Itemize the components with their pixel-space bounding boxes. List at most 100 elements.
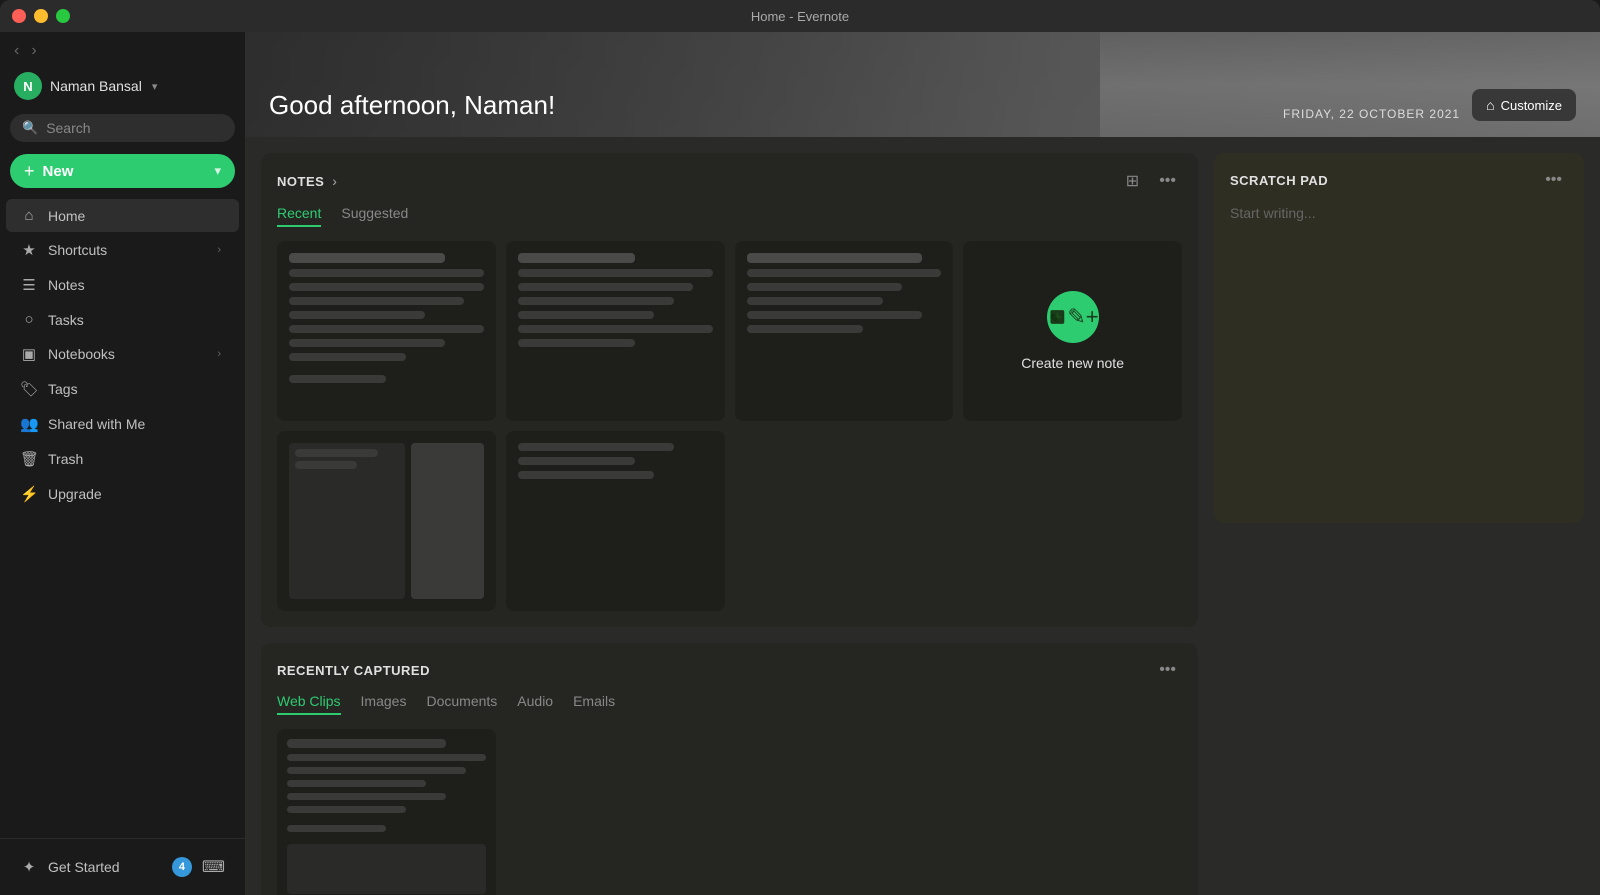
tab-suggested[interactable]: Suggested: [341, 205, 408, 227]
notes-tabs: Recent Suggested: [277, 205, 1182, 227]
rc-tab-emails[interactable]: Emails: [573, 693, 615, 715]
rc-tab-webclips[interactable]: Web Clips: [277, 693, 341, 715]
content-area: NOTES › ⊞ ••• Recent Suggested: [245, 137, 1600, 895]
rc-tab-documents[interactable]: Documents: [426, 693, 497, 715]
rc-widget-header: RECENTLY CAPTURED •••: [277, 659, 1182, 681]
close-button[interactable]: [12, 9, 26, 23]
create-note-card[interactable]: ✎ ✎+ Create new note: [963, 241, 1182, 421]
home-customize-icon: ⌂: [1486, 97, 1494, 113]
sidebar-item-tasks[interactable]: ○ Tasks: [6, 303, 239, 336]
create-note-icon: ✎ ✎+: [1047, 291, 1099, 343]
create-note-label: Create new note: [1021, 355, 1124, 371]
search-label: Search: [46, 120, 90, 136]
star-icon: ★: [20, 241, 38, 259]
sidebar-bottom: ✦ Get Started 4 ⌨: [0, 838, 245, 895]
expand-icon: ›: [217, 244, 221, 256]
sidebar-item-trash[interactable]: 🗑 Trash: [6, 442, 239, 476]
notes-grid-second: [277, 431, 1182, 611]
nav-forward-button[interactable]: ›: [31, 42, 36, 60]
get-started-icon: ✦: [20, 858, 38, 876]
scratch-pad-title: SCRATCH PAD: [1230, 173, 1328, 188]
rc-widget-title: RECENTLY CAPTURED: [277, 663, 430, 678]
minimize-button[interactable]: [34, 9, 48, 23]
sidebar-item-home[interactable]: ⌂ Home: [6, 199, 239, 232]
user-chevron-icon: ▾: [152, 80, 158, 93]
recently-captured-widget: RECENTLY CAPTURED ••• Web Clips Images D…: [261, 643, 1198, 895]
sidebar-item-label: Home: [48, 208, 85, 224]
search-bar[interactable]: 🔍 Search: [10, 114, 235, 142]
sidebar-item-label: Tags: [48, 381, 78, 397]
note-card[interactable]: [735, 241, 954, 421]
note-card[interactable]: [277, 431, 496, 611]
scratch-pad-widget: SCRATCH PAD ••• Start writing...: [1214, 153, 1584, 523]
rc-tab-audio[interactable]: Audio: [517, 693, 553, 715]
sidebar-nav: ⌂ Home ★ Shortcuts › ☰ Notes ○ Tasks ▣ N…: [0, 198, 245, 838]
new-button-label: New: [43, 163, 74, 180]
scratch-pad-header: SCRATCH PAD •••: [1230, 169, 1568, 191]
customize-label: Customize: [1501, 98, 1562, 113]
sidebar-item-label: Notebooks: [48, 346, 115, 362]
sidebar: ‹ › N Naman Bansal ▾ 🔍 Search + New ▾ ⌂ …: [0, 32, 245, 895]
notes-widget-title: NOTES: [277, 174, 324, 189]
notes-grid: ✎ ✎+ Create new note: [277, 241, 1182, 421]
app-container: ‹ › N Naman Bansal ▾ 🔍 Search + New ▾ ⌂ …: [0, 32, 1600, 895]
sidebar-item-label: Shared with Me: [48, 416, 145, 432]
rc-tabs: Web Clips Images Documents Audio Emails: [277, 693, 1182, 715]
hero-header: Good afternoon, Naman! FRIDAY, 22 OCTOBE…: [245, 32, 1600, 137]
window-title: Home - Evernote: [751, 9, 849, 24]
hero-image: [1100, 32, 1600, 137]
nav-back-button[interactable]: ‹: [14, 42, 19, 60]
maximize-button[interactable]: [56, 9, 70, 23]
shared-icon: 👥: [20, 415, 38, 433]
tasks-icon: ○: [20, 311, 38, 328]
notes-icon: ☰: [20, 276, 38, 294]
note-card[interactable]: [277, 241, 496, 421]
tags-icon: 🏷: [20, 380, 38, 398]
expand-icon: ›: [217, 348, 221, 360]
rc-card[interactable]: [277, 729, 496, 895]
sidebar-item-label: Notes: [48, 277, 85, 293]
scratch-more-button[interactable]: •••: [1539, 169, 1568, 191]
sidebar-item-notebooks[interactable]: ▣ Notebooks ›: [6, 337, 239, 371]
new-button[interactable]: + New ▾: [10, 154, 235, 188]
get-started-item[interactable]: ✦ Get Started 4 ⌨: [6, 849, 239, 885]
rc-more-button[interactable]: •••: [1153, 659, 1182, 681]
sidebar-item-label: Shortcuts: [48, 242, 107, 258]
customize-button[interactable]: ⌂ Customize: [1472, 89, 1576, 121]
scratch-placeholder: Start writing...: [1230, 205, 1316, 221]
notes-view-toggle[interactable]: ⊞: [1120, 169, 1145, 193]
greeting-text: Good afternoon, Naman!: [269, 90, 1283, 121]
sidebar-item-notes[interactable]: ☰ Notes: [6, 268, 239, 302]
window-controls: [12, 9, 70, 23]
new-plus-icon: +: [24, 162, 35, 180]
user-name: Naman Bansal: [50, 78, 142, 94]
home-icon: ⌂: [20, 207, 38, 224]
get-started-label: Get Started: [48, 859, 120, 875]
new-chevron-icon: ▾: [214, 163, 221, 179]
sidebar-item-upgrade[interactable]: ⚡ Upgrade: [6, 477, 239, 511]
sidebar-item-shortcuts[interactable]: ★ Shortcuts ›: [6, 233, 239, 267]
notes-more-button[interactable]: •••: [1153, 170, 1182, 192]
user-section[interactable]: N Naman Bansal ▾: [0, 66, 245, 110]
titlebar: Home - Evernote: [0, 0, 1600, 32]
note-card[interactable]: [506, 241, 725, 421]
notification-badge: 4: [172, 857, 192, 877]
content-left: NOTES › ⊞ ••• Recent Suggested: [261, 153, 1198, 895]
date-text: FRIDAY, 22 OCTOBER 2021: [1283, 107, 1460, 121]
sidebar-item-label: Trash: [48, 451, 83, 467]
note-card[interactable]: [506, 431, 725, 611]
trash-icon: 🗑: [20, 450, 38, 468]
avatar: N: [14, 72, 42, 100]
upgrade-icon: ⚡: [20, 485, 38, 503]
sidebar-item-shared[interactable]: 👥 Shared with Me: [6, 407, 239, 441]
scratch-pad-body[interactable]: Start writing...: [1230, 205, 1568, 221]
notes-expand-arrow[interactable]: ›: [332, 173, 337, 189]
sidebar-item-tags[interactable]: 🏷 Tags: [6, 372, 239, 406]
nav-arrows: ‹ ›: [0, 32, 245, 66]
main-content: Good afternoon, Naman! FRIDAY, 22 OCTOBE…: [245, 32, 1600, 895]
rc-tab-images[interactable]: Images: [361, 693, 407, 715]
tab-recent[interactable]: Recent: [277, 205, 321, 227]
keyboard-icon[interactable]: ⌨: [202, 857, 225, 877]
rc-grid: [277, 729, 1182, 895]
notes-widget-header: NOTES › ⊞ •••: [277, 169, 1182, 193]
